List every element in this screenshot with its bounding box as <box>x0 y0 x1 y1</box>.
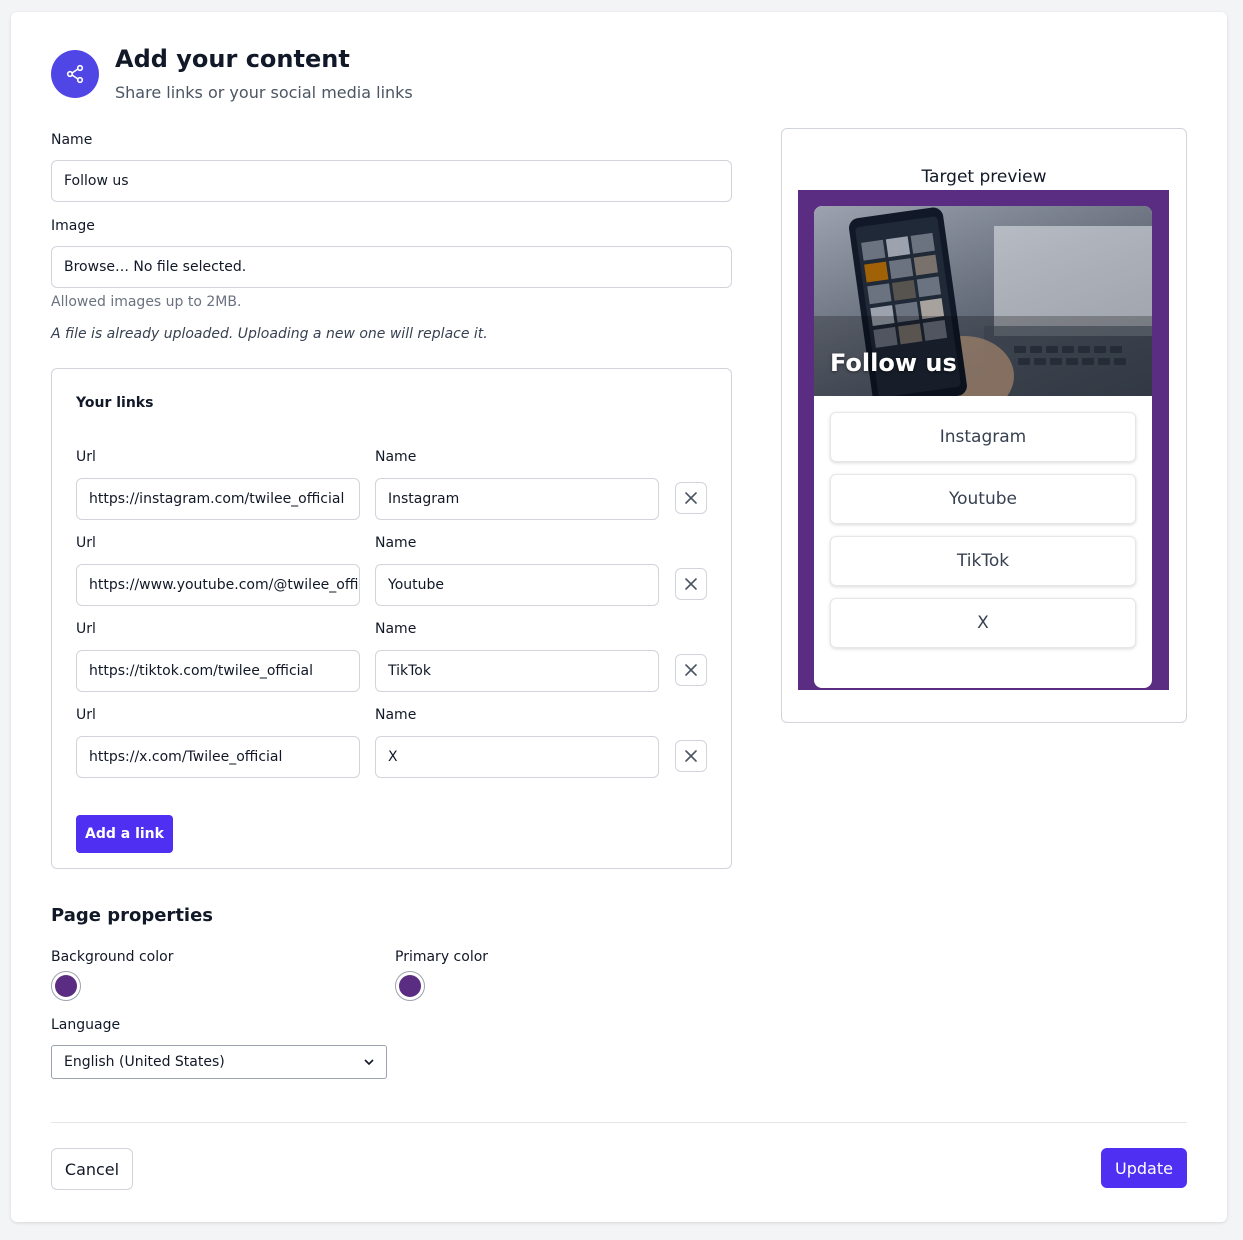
link-url-input[interactable]: https://www.youtube.com/@twilee_official <box>76 564 360 606</box>
footer-divider <box>51 1122 1187 1123</box>
language-label: Language <box>51 1017 121 1033</box>
links-section: Your links Url Name https://instagram.co… <box>51 368 732 869</box>
name-input[interactable]: Follow us <box>51 160 732 202</box>
add-link-button[interactable]: Add a link <box>76 815 173 853</box>
language-selected-value: English (United States) <box>64 1054 225 1070</box>
background-color-picker[interactable] <box>51 971 81 1001</box>
link-name-label: Name <box>375 535 417 551</box>
preview-link-button[interactable]: TikTok <box>830 536 1136 586</box>
remove-link-button[interactable] <box>675 654 707 686</box>
cancel-button[interactable]: Cancel <box>51 1148 133 1190</box>
preview-hero-title: Follow us <box>830 349 957 377</box>
url-label: Url <box>76 449 96 465</box>
link-name-input[interactable]: TikTok <box>375 650 659 692</box>
preview-link-button[interactable]: Instagram <box>830 412 1136 462</box>
preview-panel: Target preview Follow us Instagram Youtu… <box>781 128 1187 723</box>
url-label: Url <box>76 707 96 723</box>
links-title: Your links <box>76 395 154 411</box>
image-notice: A file is already uploaded. Uploading a … <box>51 326 488 342</box>
preview-card: Follow us Instagram Youtube TikTok X <box>814 206 1152 688</box>
primary-color-label: Primary color <box>395 949 489 965</box>
close-icon <box>685 664 697 676</box>
image-label: Image <box>51 218 95 234</box>
image-file-input[interactable]: Browse… No file selected. <box>51 246 732 288</box>
image-hint: Allowed images up to 2MB. <box>51 294 242 310</box>
link-url-input[interactable]: https://x.com/Twilee_official <box>76 736 360 778</box>
preview-title: Target preview <box>921 167 1047 187</box>
preview-link-button[interactable]: Youtube <box>830 474 1136 524</box>
page-title: Add your content <box>115 45 350 73</box>
background-color-label: Background color <box>51 949 174 965</box>
content-card: Add your content Share links or your soc… <box>11 12 1227 1222</box>
preview-hero-image: Follow us <box>814 206 1152 396</box>
name-label: Name <box>51 132 93 148</box>
url-label: Url <box>76 621 96 637</box>
link-url-input[interactable]: https://instagram.com/twilee_official <box>76 478 360 520</box>
close-icon <box>685 578 697 590</box>
chevron-down-icon <box>364 1059 374 1066</box>
link-name-input[interactable]: Youtube <box>375 564 659 606</box>
preview-background: Follow us Instagram Youtube TikTok X <box>798 190 1169 690</box>
primary-color-swatch <box>399 975 421 997</box>
background-color-swatch <box>55 975 77 997</box>
link-name-label: Name <box>375 707 417 723</box>
url-label: Url <box>76 535 96 551</box>
link-name-label: Name <box>375 449 417 465</box>
share-icon <box>51 50 99 98</box>
page-properties-title: Page properties <box>51 905 214 926</box>
link-name-label: Name <box>375 621 417 637</box>
update-button[interactable]: Update <box>1101 1148 1187 1188</box>
link-name-input[interactable]: Instagram <box>375 478 659 520</box>
remove-link-button[interactable] <box>675 740 707 772</box>
remove-link-button[interactable] <box>675 568 707 600</box>
close-icon <box>685 750 697 762</box>
close-icon <box>685 492 697 504</box>
language-select[interactable]: English (United States) <box>51 1045 387 1079</box>
link-name-input[interactable]: X <box>375 736 659 778</box>
preview-link-button[interactable]: X <box>830 598 1136 648</box>
page-subtitle: Share links or your social media links <box>115 83 413 102</box>
primary-color-picker[interactable] <box>395 971 425 1001</box>
link-url-input[interactable]: https://tiktok.com/twilee_official <box>76 650 360 692</box>
remove-link-button[interactable] <box>675 482 707 514</box>
